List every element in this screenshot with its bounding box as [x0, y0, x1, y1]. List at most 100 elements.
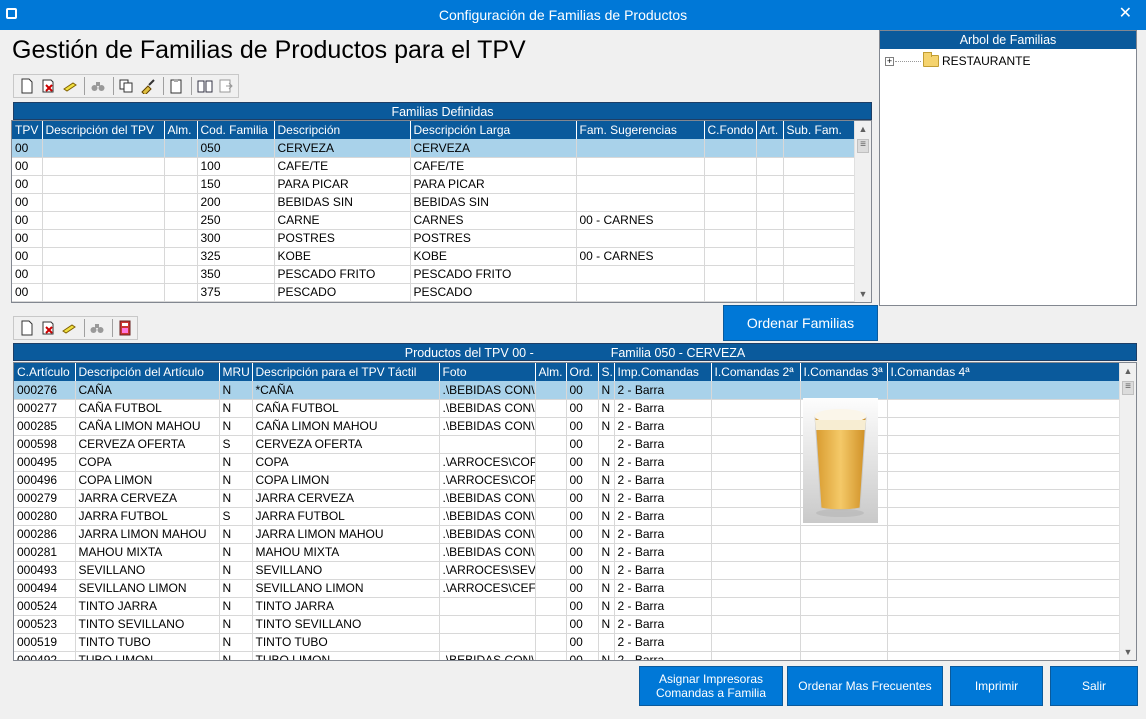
products-scrollbar[interactable]: ▲ ≡ ▼: [1119, 363, 1136, 660]
order-frequent-button[interactable]: Ordenar Mas Frecuentes: [787, 666, 943, 706]
edit-icon[interactable]: [60, 76, 79, 96]
table-cell: CAÑA LIMON MAHOU: [75, 417, 220, 436]
scroll-up-icon[interactable]: ▲: [855, 121, 871, 137]
column-header[interactable]: TPV: [12, 121, 43, 139]
table-cell: 000280: [14, 507, 76, 526]
edit-icon[interactable]: [59, 318, 78, 338]
column-header[interactable]: I.Comandas 2ª: [711, 363, 801, 381]
table-cell: [887, 597, 1121, 616]
calculator-icon[interactable]: [116, 318, 135, 338]
table-cell: CAÑA FUTBOL: [75, 399, 220, 418]
tree-node-restaurante[interactable]: + RESTAURANTE: [885, 52, 1030, 68]
column-header[interactable]: I.Comandas 3ª: [800, 363, 888, 381]
column-header[interactable]: Descripción del TPV: [42, 121, 165, 139]
table-cell: 2 - Barra: [614, 435, 712, 454]
table-cell: [439, 615, 536, 634]
scroll-down-icon[interactable]: ▼: [1120, 644, 1136, 660]
column-header[interactable]: Alm.: [164, 121, 198, 139]
print-button[interactable]: Imprimir: [950, 666, 1043, 706]
table-cell: JARRA LIMON MAHOU: [252, 525, 440, 544]
table-row[interactable]: 00 350 PESCADO FRITO PESCADO FRITO: [12, 265, 856, 284]
table-row[interactable]: 000285 CAÑA LIMON MAHOU N CAÑA LIMON MAHOU.…: [14, 417, 1121, 436]
families-grid[interactable]: TPV Descripción del TPV Alm. Cod. Familia De…: [11, 120, 872, 303]
table-row[interactable]: 000280 JARRA FUTBOL S JARRA FUTBOL .\BEBIDAS…: [14, 507, 1121, 526]
table-cell: COPA LIMON: [75, 471, 220, 490]
column-header[interactable]: Foto: [439, 363, 536, 381]
table-row[interactable]: 000276 CAÑA N *CAÑA .\BEBIDAS CON\ 00 N 2 - Bar…: [14, 381, 1121, 400]
table-row[interactable]: 00 200 BEBIDAS SIN BEBIDAS SIN: [12, 193, 856, 212]
column-header[interactable]: Ord.: [566, 363, 599, 381]
table-row[interactable]: 00 150 PARA PICAR PARA PICAR: [12, 175, 856, 194]
column-header[interactable]: Descripción: [274, 121, 411, 139]
column-header[interactable]: Art.: [756, 121, 784, 139]
table-row[interactable]: 000493 SEVILLANO N SEVILLANO .\ARROCES\SEV 00…: [14, 561, 1121, 580]
table-row[interactable]: 00 050 CERVEZA CERVEZA: [12, 139, 856, 158]
table-row[interactable]: 000492 TUBO LIMON N TUBO LIMON .\BEBIDAS CON…: [14, 651, 1121, 660]
clipboard-icon[interactable]: [167, 76, 186, 96]
new-document-icon[interactable]: [17, 76, 36, 96]
column-header[interactable]: Fam. Sugerencias: [576, 121, 705, 139]
column-header[interactable]: Cod. Familia: [197, 121, 275, 139]
column-header[interactable]: C.Artículo: [14, 363, 76, 381]
expand-icon[interactable]: +: [885, 56, 894, 66]
table-cell: [704, 229, 757, 248]
table-cell: N: [598, 579, 615, 598]
column-header[interactable]: Descripción del Artículo: [75, 363, 220, 381]
table-row[interactable]: [12, 301, 856, 302]
exit-button[interactable]: Salir: [1050, 666, 1138, 706]
table-row[interactable]: 00 250 CARNE CARNES 00 - CARNES: [12, 211, 856, 230]
scroll-thumb[interactable]: ≡: [1122, 381, 1134, 395]
new-document-icon[interactable]: [17, 318, 36, 338]
column-header[interactable]: Descripción para el TPV Táctil: [252, 363, 440, 381]
binoculars-icon[interactable]: [88, 76, 107, 96]
column-header[interactable]: C.Fondo: [704, 121, 757, 139]
table-cell: [164, 301, 198, 302]
table-row[interactable]: 000286 JARRA LIMON MAHOU N JARRA LIMON MAHO…: [14, 525, 1121, 544]
table-cell: .\BEBIDAS CON\: [439, 651, 536, 660]
clean-icon[interactable]: [138, 76, 157, 96]
book-icon[interactable]: [195, 76, 214, 96]
order-families-button[interactable]: Ordenar Familias: [723, 305, 878, 341]
column-header[interactable]: MRU: [219, 363, 253, 381]
table-cell: [42, 229, 165, 248]
assign-printers-button[interactable]: Asignar Impresoras Comandas a Familia: [639, 666, 783, 706]
close-icon[interactable]: ✕: [1119, 3, 1132, 23]
table-row[interactable]: 00 100 CAFE/TE CAFE/TE: [12, 157, 856, 176]
scroll-thumb[interactable]: ≡: [857, 139, 869, 153]
table-cell: [42, 265, 165, 284]
column-header[interactable]: I.Comandas 4ª: [887, 363, 1121, 381]
table-row[interactable]: 000598 CERVEZA OFERTA S CERVEZA OFERTA 00 2 -…: [14, 435, 1121, 454]
table-row[interactable]: 00 300 POSTRES POSTRES: [12, 229, 856, 248]
copy-icon[interactable]: [117, 76, 136, 96]
table-row[interactable]: 000495 COPA N COPA .\ARROCES\COP 00 N 2 - Barra: [14, 453, 1121, 472]
table-cell: [887, 579, 1121, 598]
products-grid[interactable]: C.Artículo Descripción del Artículo MRU Des…: [13, 362, 1137, 661]
delete-icon[interactable]: [38, 318, 57, 338]
table-cell: PESCADO FRITO: [274, 265, 411, 284]
binoculars-icon[interactable]: [88, 318, 107, 338]
table-row[interactable]: 000519 TINTO TUBO N TINTO TUBO 00 2 - Barra: [14, 633, 1121, 652]
family-tree[interactable]: Arbol de Familias + RESTAURANTE: [879, 30, 1137, 306]
column-header[interactable]: Sub. Fam.: [783, 121, 856, 139]
families-table: TPV Descripción del TPV Alm. Cod. Familia De…: [12, 121, 856, 302]
families-scrollbar[interactable]: ▲ ≡ ▼: [854, 121, 871, 302]
column-header[interactable]: Descripción Larga: [410, 121, 577, 139]
column-header[interactable]: Alm.: [535, 363, 567, 381]
table-row[interactable]: 000496 COPA LIMON N COPA LIMON .\ARROCES\COP…: [14, 471, 1121, 490]
table-cell: [704, 265, 757, 284]
scroll-down-icon[interactable]: ▼: [855, 286, 871, 302]
table-row[interactable]: 000279 JARRA CERVEZA N JARRA CERVEZA .\BEBID…: [14, 489, 1121, 508]
table-row[interactable]: 00 325 KOBE KOBE 00 - CARNES: [12, 247, 856, 266]
table-row[interactable]: 000494 SEVILLANO LIMON N SEVILLANO LIMON .\A…: [14, 579, 1121, 598]
column-header[interactable]: Imp.Comandas: [614, 363, 712, 381]
delete-icon[interactable]: [38, 76, 57, 96]
scroll-up-icon[interactable]: ▲: [1120, 363, 1136, 379]
table-row[interactable]: 000524 TINTO JARRA N TINTO JARRA 00 N 2 - Barr…: [14, 597, 1121, 616]
table-row[interactable]: 00 375 PESCADO PESCADO: [12, 283, 856, 302]
table-row[interactable]: 000523 TINTO SEVILLANO N TINTO SEVILLANO 00 N…: [14, 615, 1121, 634]
table-row[interactable]: 000281 MAHOU MIXTA N MAHOU MIXTA .\BEBIDAS C…: [14, 543, 1121, 562]
table-row[interactable]: 000277 CAÑA FUTBOL N CAÑA FUTBOL .\BEBIDAS C…: [14, 399, 1121, 418]
export-icon[interactable]: [217, 76, 236, 96]
table-cell: [439, 435, 536, 454]
column-header[interactable]: S.: [598, 363, 615, 381]
